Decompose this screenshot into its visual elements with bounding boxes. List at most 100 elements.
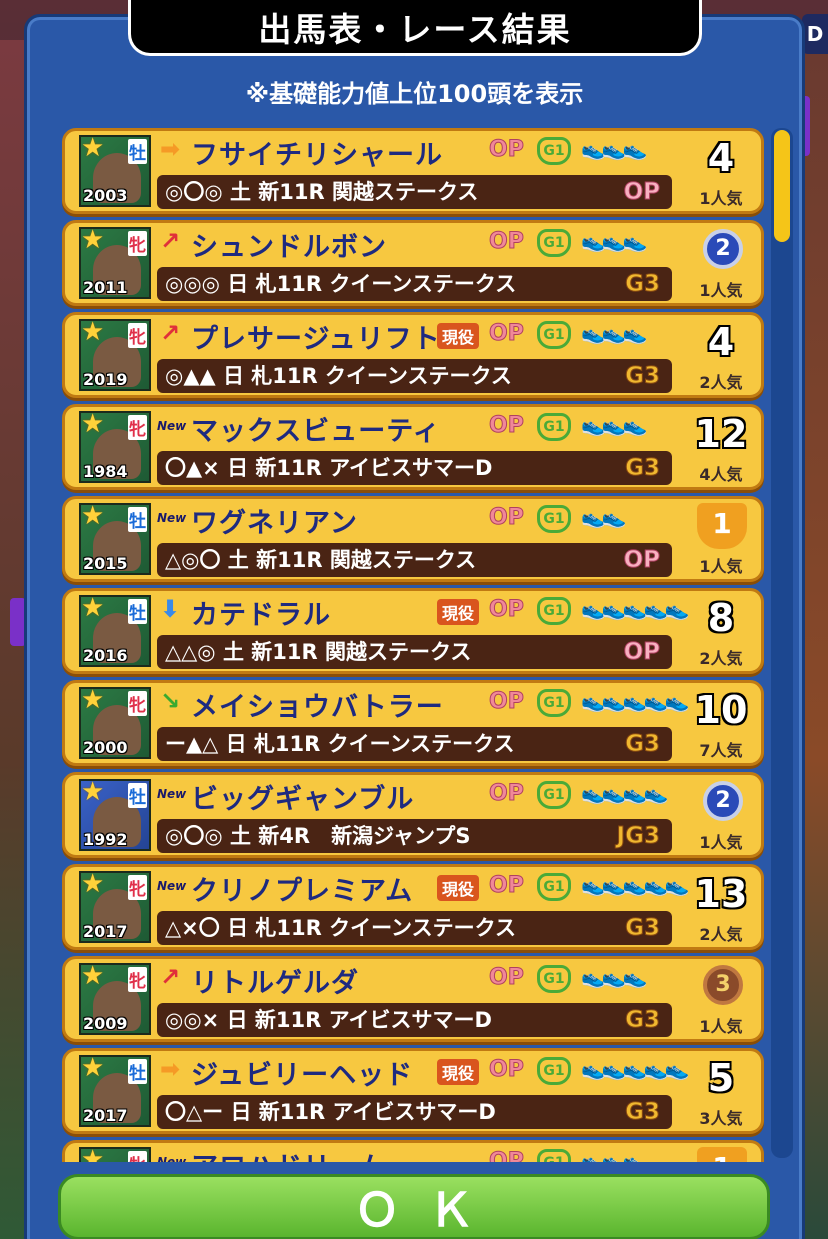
star-icon: ★ [81, 779, 105, 807]
birth-year: 2009 [83, 1014, 128, 1033]
new-badge: New [157, 419, 187, 433]
prediction-marks: △△◎ [165, 640, 223, 664]
horse-row[interactable]: ★ 牝 2017 New クリノプレミアム 現役 OP G1 👟👟👟👟👟 △×〇 日 札11R ク… [62, 864, 764, 950]
star-icon: ★ [81, 595, 105, 623]
horse-portrait: ★ 牝 2017 [79, 871, 151, 943]
sex-label: 牝 [128, 1151, 147, 1162]
race-info: ◎〇◎ 土 新4R 新潟ジャンプS JG3 [157, 819, 672, 853]
g1-laurel-icon: G1 [537, 321, 571, 349]
sex-label: 牝 [128, 967, 147, 992]
horseshoe-icons: 👟👟👟 [581, 321, 648, 345]
star-icon: ★ [81, 687, 105, 715]
horse-list[interactable]: ★ 牡 2003 ➡ フサイチリシャール OP G1 👟👟👟 ◎〇◎ 土 新11R 関越ステーク… [62, 126, 766, 1162]
result-badge: 13 [683, 869, 759, 919]
horse-name: ジュビリーヘッド [191, 1060, 414, 1091]
race-name: 新11R アイビスサマーD [258, 1100, 496, 1124]
op-badge: OP [489, 505, 525, 531]
prediction-marks: △◎〇 [165, 548, 228, 572]
race-name: 札11R クイーンステークス [255, 916, 516, 940]
birth-year: 2019 [83, 370, 128, 389]
horse-portrait: ★ 牡 2016 [79, 595, 151, 667]
horse-row[interactable]: ★牝NewアロハドリームOPG1👟👟👟1 [62, 1140, 764, 1162]
horse-portrait: ★ 牡 1992 [79, 779, 151, 851]
popularity: 2人気 [699, 925, 743, 944]
horse-name: ビッグギャンブル [191, 784, 415, 815]
sex-label: 牝 [128, 691, 147, 716]
active-badge: 現役 [437, 875, 480, 901]
horse-row[interactable]: ★ 牝 2009 ↗ リトルゲルダ OP G1 👟👟👟 ◎◎× 日 新11R アイビスサマーD G… [62, 956, 764, 1042]
result-badge: 10 [683, 685, 759, 735]
star-icon: ★ [81, 503, 105, 531]
race-grade: G3 [625, 731, 661, 758]
ok-button[interactable]: ＯＫ [58, 1174, 770, 1239]
race-name: 札11R クイーンステークス [255, 272, 517, 296]
result-badge: 1 [683, 501, 759, 551]
op-badge: OP [489, 689, 525, 715]
sex-label: 牡 [128, 139, 147, 164]
popularity: 1人気 [699, 189, 743, 208]
popularity: 1人気 [699, 281, 743, 300]
result-badge: 2 [683, 225, 759, 275]
op-badge: OP [489, 137, 525, 163]
race-name: 新11R アイビスサマーD [255, 456, 493, 480]
sex-label: 牡 [128, 1059, 147, 1084]
horse-row[interactable]: ★ 牝 2011 ↗ シュンドルボン OP G1 👟👟👟 ◎◎◎ 日 札11R クイーンステーク… [62, 220, 764, 306]
birth-year: 2003 [83, 186, 128, 205]
result-badge: 2 [683, 777, 759, 827]
horse-row[interactable]: ★ 牡 2017 ➡ ジュビリーヘッド 現役 OP G1 👟👟👟👟👟 〇△ー 日 新11R アイビ… [62, 1048, 764, 1134]
result-badge: 1 [683, 1145, 759, 1162]
birth-year: 1992 [83, 830, 128, 849]
prediction-marks: ◎▲▲ [165, 364, 223, 388]
race-name: 札11R クイーンステークス [253, 732, 515, 756]
race-grade: OP [623, 547, 660, 574]
star-icon: ★ [81, 1055, 105, 1083]
scrollbar[interactable] [771, 128, 793, 1158]
horse-row[interactable]: ★ 牡 2015 New ワグネリアン OP G1 👟👟 △◎〇 土 新11R 関越ステークス O… [62, 496, 764, 582]
finish-position: 4 [707, 320, 735, 364]
popularity: 2人気 [699, 373, 743, 392]
ok-button-label: ＯＫ [354, 1183, 502, 1237]
horse-row[interactable]: ★ 牡 2003 ➡ フサイチリシャール OP G1 👟👟👟 ◎〇◎ 土 新11R 関越ステーク… [62, 128, 764, 214]
birth-year: 2017 [83, 922, 128, 941]
horse-row[interactable]: ★ 牝 2000 ↘ メイショウバトラー OP G1 👟👟👟👟👟 ー▲△ 日 札11R クイーン… [62, 680, 764, 766]
race-day: 土 [222, 640, 252, 664]
popularity: 2人気 [699, 649, 743, 668]
race-day: 日 [222, 364, 252, 388]
horse-portrait: ★ 牝 2000 [79, 687, 151, 759]
race-grade: JG3 [616, 823, 660, 850]
horse-name: シュンドルボン [191, 232, 387, 263]
prediction-marks: ◎〇◎ [165, 824, 230, 848]
race-info: 〇△ー 日 新11R アイビスサマーD G3 [157, 1095, 672, 1129]
race-grade: G3 [625, 915, 661, 942]
race-name: 新11R 関越ステークス [258, 180, 479, 204]
popularity: 7人気 [699, 741, 743, 760]
race-day: 土 [229, 180, 259, 204]
op-badge: OP [489, 965, 525, 991]
scroll-thumb[interactable] [774, 130, 790, 242]
subtitle: ※基礎能力値上位100頭を表示 [245, 80, 584, 108]
g1-laurel-icon: G1 [537, 137, 571, 165]
race-grade: G3 [625, 455, 661, 482]
race-grade: OP [623, 179, 660, 206]
horse-row[interactable]: ★ 牝 1984 New マックスビューティ OP G1 👟👟👟 〇▲× 日 新11R アイビス… [62, 404, 764, 490]
horseshoe-icons: 👟👟👟👟👟 [581, 689, 689, 713]
popularity: 4人気 [699, 465, 743, 484]
horseshoe-icons: 👟👟👟👟 [581, 781, 669, 805]
birth-year: 2017 [83, 1106, 128, 1125]
sex-label: 牝 [128, 415, 147, 440]
horse-portrait: ★ 牝 2011 [79, 227, 151, 299]
silver-medal-icon: 2 [703, 781, 743, 821]
new-badge: New [157, 1155, 187, 1162]
race-day: 日 [225, 732, 254, 756]
race-day: 土 [227, 548, 257, 572]
horse-portrait: ★ 牡 2003 [79, 135, 151, 207]
result-badge: 3 [683, 961, 759, 1011]
horse-row[interactable]: ★ 牡 2016 ⬇ カテドラル 現役 OP G1 👟👟👟👟👟 △△◎ 土 新11R 関越ステーク… [62, 588, 764, 674]
horse-row[interactable]: ★ 牝 2019 ↗ プレサージュリフト 現役 OP G1 👟👟👟 ◎▲▲ 日 札11R クイーン… [62, 312, 764, 398]
trend-arrow-icon: ➡ [160, 135, 181, 163]
prediction-marks: ー▲△ [165, 732, 226, 756]
new-badge: New [157, 511, 187, 525]
horse-row[interactable]: ★ 牡 1992 New ビッグギャンブル OP G1 👟👟👟👟 ◎〇◎ 土 新4R 新潟ジャン… [62, 772, 764, 858]
horseshoe-icons: 👟👟👟 [581, 965, 648, 989]
finish-position: 8 [707, 596, 735, 640]
